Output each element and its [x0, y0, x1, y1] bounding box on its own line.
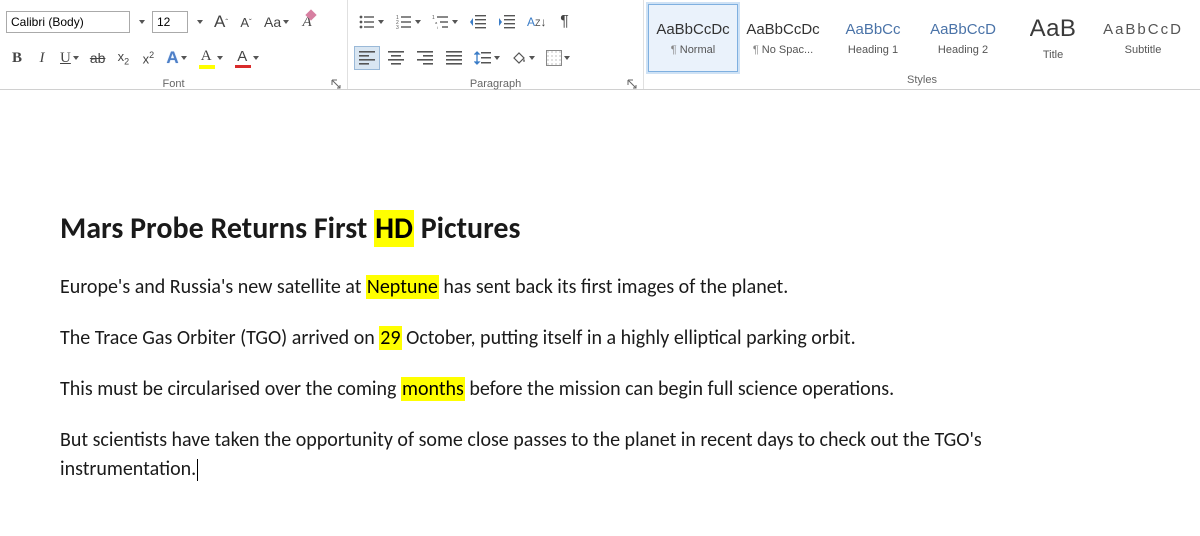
launcher-icon: [627, 79, 637, 89]
paragraph-dialog-launcher[interactable]: [625, 77, 639, 91]
bullets-icon: [358, 14, 376, 30]
outdent-icon: [469, 14, 487, 30]
style-name: Heading 1: [848, 44, 898, 56]
style-name: Heading 2: [938, 44, 988, 56]
shrink-font-button[interactable]: Aˇ: [235, 10, 257, 34]
svg-text:3: 3: [396, 25, 399, 30]
style-card-heading-1[interactable]: AaBbCc Heading 1: [828, 4, 918, 72]
document-area[interactable]: Mars Probe Returns First HD Pictures Eur…: [0, 90, 1200, 536]
font-name-dropdown[interactable]: [133, 10, 149, 34]
style-preview: AaBbCc: [845, 21, 900, 38]
font-color-button[interactable]: A: [230, 46, 263, 70]
paragraph[interactable]: The Trace Gas Orbiter (TGO) arrived on 2…: [60, 324, 1120, 353]
style-name: ¶ No Spac...: [753, 44, 813, 56]
highlight-color-button[interactable]: A: [194, 46, 227, 70]
clear-formatting-button[interactable]: A: [296, 10, 318, 34]
launcher-icon: [331, 79, 341, 89]
justify-button[interactable]: [441, 46, 467, 70]
superscript-button[interactable]: x2: [137, 46, 159, 70]
italic-button[interactable]: I: [31, 46, 53, 70]
grow-font-button[interactable]: Aˆ: [210, 10, 232, 34]
style-name: Subtitle: [1125, 44, 1162, 56]
strikethrough-button[interactable]: ab: [86, 46, 110, 70]
font-name-combo[interactable]: [6, 11, 130, 33]
borders-button[interactable]: [542, 46, 574, 70]
svg-text:i: i: [437, 25, 438, 30]
style-card-subtitle[interactable]: AaBbCcD Subtitle: [1098, 4, 1188, 72]
decrease-indent-button[interactable]: [465, 10, 491, 34]
justify-icon: [445, 50, 463, 66]
increase-indent-button[interactable]: [494, 10, 520, 34]
font-dialog-launcher[interactable]: [329, 77, 343, 91]
align-left-icon: [358, 50, 376, 66]
style-card-no-spac-[interactable]: AaBbCcDc ¶ No Spac...: [738, 4, 828, 72]
align-right-button[interactable]: [412, 46, 438, 70]
styles-group: AaBbCcDc¶ NormalAaBbCcDc¶ No Spac...AaBb…: [644, 0, 1200, 89]
line-spacing-button[interactable]: [470, 46, 504, 70]
style-preview: AaBbCcD: [930, 21, 996, 38]
styles-gallery[interactable]: AaBbCcDc¶ NormalAaBbCcDc¶ No Spac...AaBb…: [644, 0, 1200, 72]
paragraph[interactable]: This must be circularised over the comin…: [60, 375, 1120, 404]
document-body[interactable]: Mars Probe Returns First HD Pictures Eur…: [60, 210, 1120, 484]
style-name: Title: [1043, 49, 1063, 61]
style-preview: AaBbCcDc: [656, 21, 729, 38]
align-right-icon: [416, 50, 434, 66]
font-size-combo[interactable]: [152, 11, 188, 33]
paragraph-group: 123 1ai AZ↓ ¶: [348, 0, 644, 89]
bullets-button[interactable]: [354, 10, 388, 34]
text-cursor: [197, 459, 198, 481]
style-card-heading-2[interactable]: AaBbCcD Heading 2: [918, 4, 1008, 72]
change-case-button[interactable]: Aa: [260, 10, 293, 34]
style-preview: AaB: [1030, 15, 1077, 43]
style-name: ¶ Normal: [671, 44, 715, 56]
indent-icon: [498, 14, 516, 30]
highlighted-word: Neptune: [366, 275, 439, 299]
style-preview: AaBbCcD: [1103, 21, 1183, 38]
paragraph[interactable]: Europe's and Russia's new satellite at N…: [60, 273, 1120, 302]
highlight-swatch: [199, 65, 215, 69]
font-size-dropdown[interactable]: [191, 10, 207, 34]
sort-button[interactable]: AZ↓: [523, 10, 551, 34]
shading-button[interactable]: [507, 46, 539, 70]
font-group: Aˆ Aˇ Aa A B I U ab x2 x2 A A: [0, 0, 348, 89]
multilevel-list-button[interactable]: 1ai: [428, 10, 462, 34]
styles-group-label: Styles: [644, 72, 1200, 89]
numbering-icon: 123: [395, 14, 413, 30]
ribbon: Aˆ Aˇ Aa A B I U ab x2 x2 A A: [0, 0, 1200, 90]
align-center-icon: [387, 50, 405, 66]
show-marks-button[interactable]: ¶: [554, 10, 576, 34]
highlighted-word: 29: [379, 326, 401, 350]
bucket-icon: [511, 50, 527, 66]
subscript-button[interactable]: x2: [112, 46, 134, 70]
bold-button[interactable]: B: [6, 46, 28, 70]
multilevel-icon: 1ai: [432, 14, 450, 30]
style-card-title[interactable]: AaB Title: [1008, 4, 1098, 72]
font-group-label: Font: [0, 76, 347, 93]
numbering-button[interactable]: 123: [391, 10, 425, 34]
font-color-swatch: [235, 65, 251, 68]
style-card-normal[interactable]: AaBbCcDc ¶ Normal: [648, 4, 738, 72]
text-effects-button[interactable]: A: [162, 46, 190, 70]
heading-1[interactable]: Mars Probe Returns First HD Pictures: [60, 210, 1120, 247]
highlighted-word: HD: [374, 210, 414, 247]
underline-button[interactable]: U: [56, 46, 83, 70]
style-preview: AaBbCcDc: [746, 21, 819, 38]
paragraph-group-label: Paragraph: [348, 76, 643, 93]
highlighted-word: months: [401, 377, 465, 401]
borders-icon: [546, 50, 562, 66]
align-center-button[interactable]: [383, 46, 409, 70]
paragraph[interactable]: But scientists have taken the opportunit…: [60, 426, 1120, 484]
line-spacing-icon: [474, 50, 492, 66]
align-left-button[interactable]: [354, 46, 380, 70]
